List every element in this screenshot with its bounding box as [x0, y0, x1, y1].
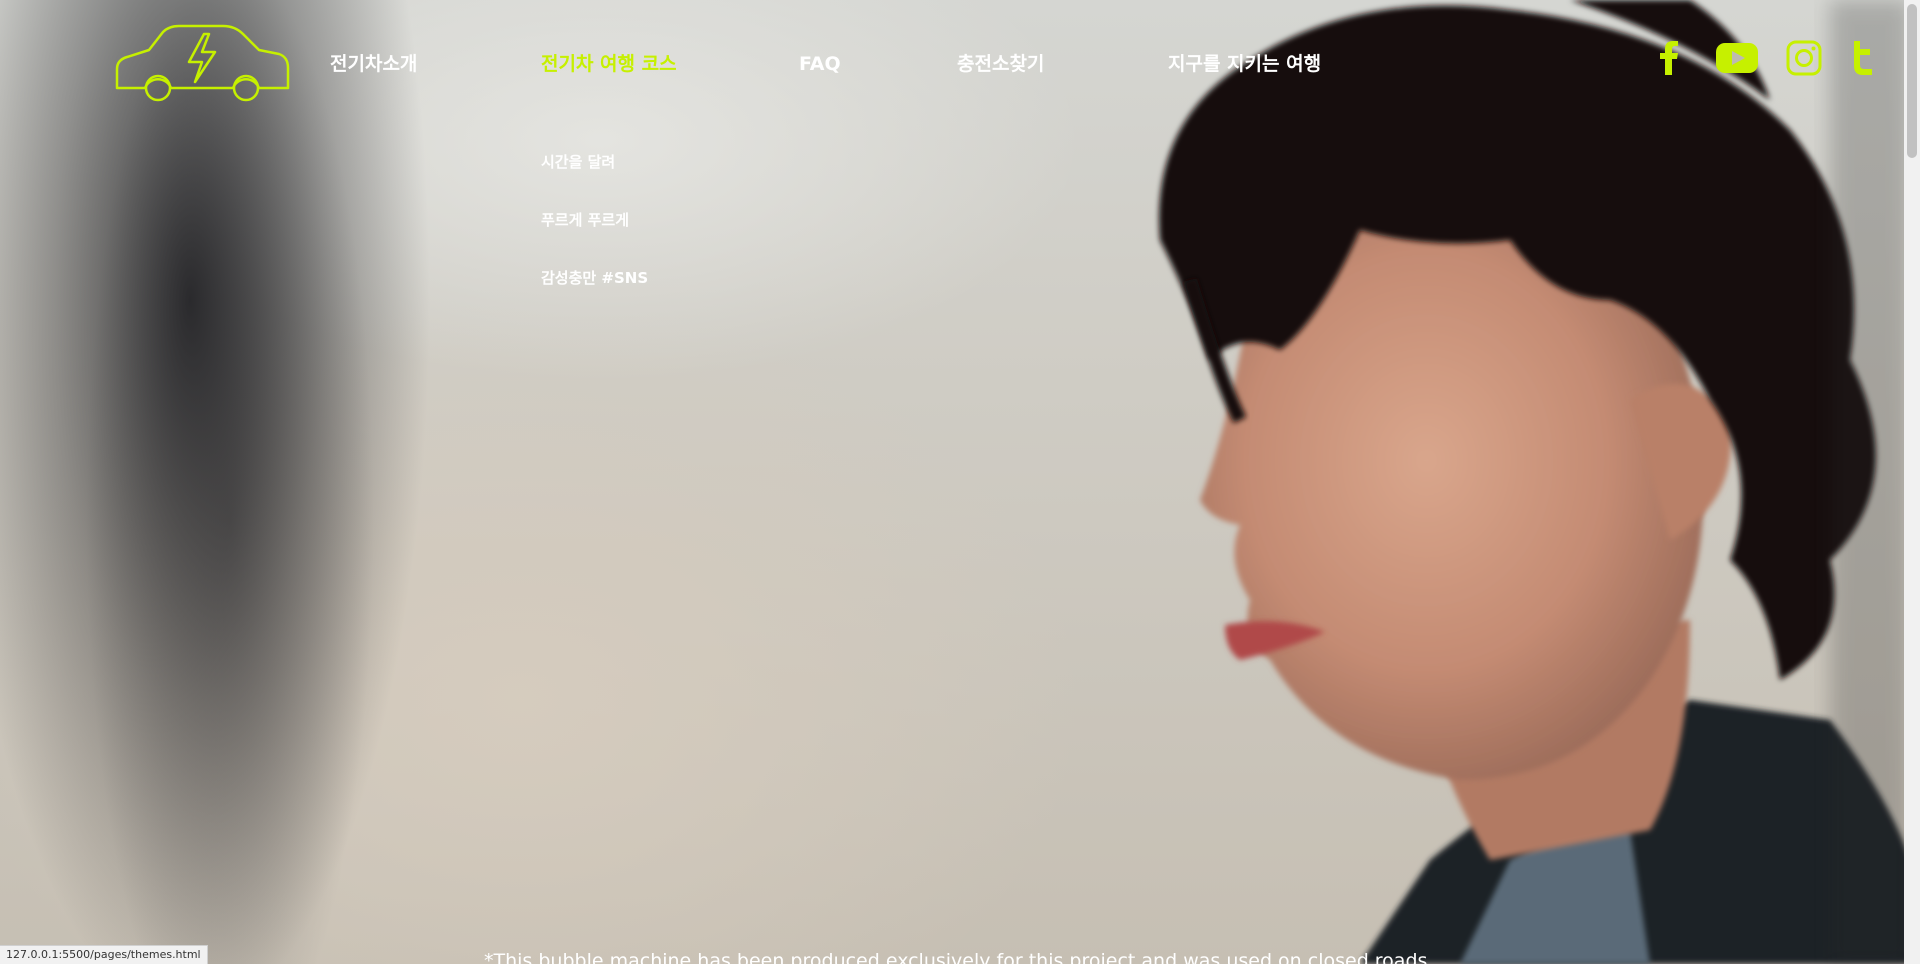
scrollbar-thumb[interactable]	[1907, 4, 1917, 158]
page-scrollbar[interactable]	[1904, 0, 1920, 964]
facebook-link[interactable]	[1660, 41, 1678, 75]
ev-car-logo-icon[interactable]	[113, 24, 291, 104]
hero-caption: *This bubble machine has been produced e…	[484, 950, 1434, 964]
nav-item-find-charger: 충전소찾기	[957, 50, 1168, 78]
sub-menu-travel-course: 시간을 달려 푸르게 푸르게 감성충만 #SNS	[541, 152, 648, 326]
sub-menu-item: 푸르게 푸르게	[541, 210, 648, 231]
sub-menu-link-sns[interactable]: 감성충만 #SNS	[541, 269, 648, 287]
sub-menu-item: 감성충만 #SNS	[541, 268, 648, 289]
twitter-link[interactable]	[1852, 41, 1872, 75]
hero-person-image	[1159, 0, 1910, 964]
youtube-icon	[1716, 43, 1758, 73]
sns-links	[1660, 40, 1872, 76]
twitter-icon	[1854, 41, 1872, 75]
main-navigation: 전기차소개 전기차 여행 코스 시간을 달려 푸르게 푸르게 감성충만 #SNS…	[330, 50, 1368, 287]
site-header: 전기차소개 전기차 여행 코스 시간을 달려 푸르게 푸르게 감성충만 #SNS…	[0, 0, 1904, 287]
nav-item-faq: FAQ	[799, 50, 957, 78]
nav-link-earth-travel[interactable]: 지구를 지키는 여행	[1168, 50, 1368, 78]
nav-item-ev-travel-course: 전기차 여행 코스 시간을 달려 푸르게 푸르게 감성충만 #SNS	[541, 50, 799, 287]
sub-menu-link-green[interactable]: 푸르게 푸르게	[541, 211, 629, 229]
nav-link-find-charger[interactable]: 충전소찾기	[957, 50, 1168, 78]
instagram-link[interactable]	[1786, 40, 1822, 76]
nav-link-ev-travel-course[interactable]: 전기차 여행 코스	[541, 50, 799, 78]
sub-menu-item: 시간을 달려	[541, 152, 648, 173]
nav-item-earth-travel: 지구를 지키는 여행	[1168, 50, 1368, 78]
browser-status-url: 127.0.0.1:5500/pages/themes.html	[0, 945, 208, 964]
instagram-icon	[1786, 40, 1822, 76]
sub-menu-link-time-run[interactable]: 시간을 달려	[541, 153, 615, 171]
nav-link-ev-intro[interactable]: 전기차소개	[330, 50, 541, 78]
nav-link-faq[interactable]: FAQ	[799, 50, 957, 78]
youtube-link[interactable]	[1716, 43, 1758, 73]
nav-item-ev-intro: 전기차소개	[330, 50, 541, 78]
page-viewport: 전기차소개 전기차 여행 코스 시간을 달려 푸르게 푸르게 감성충만 #SNS…	[0, 0, 1920, 964]
facebook-icon	[1660, 41, 1678, 75]
